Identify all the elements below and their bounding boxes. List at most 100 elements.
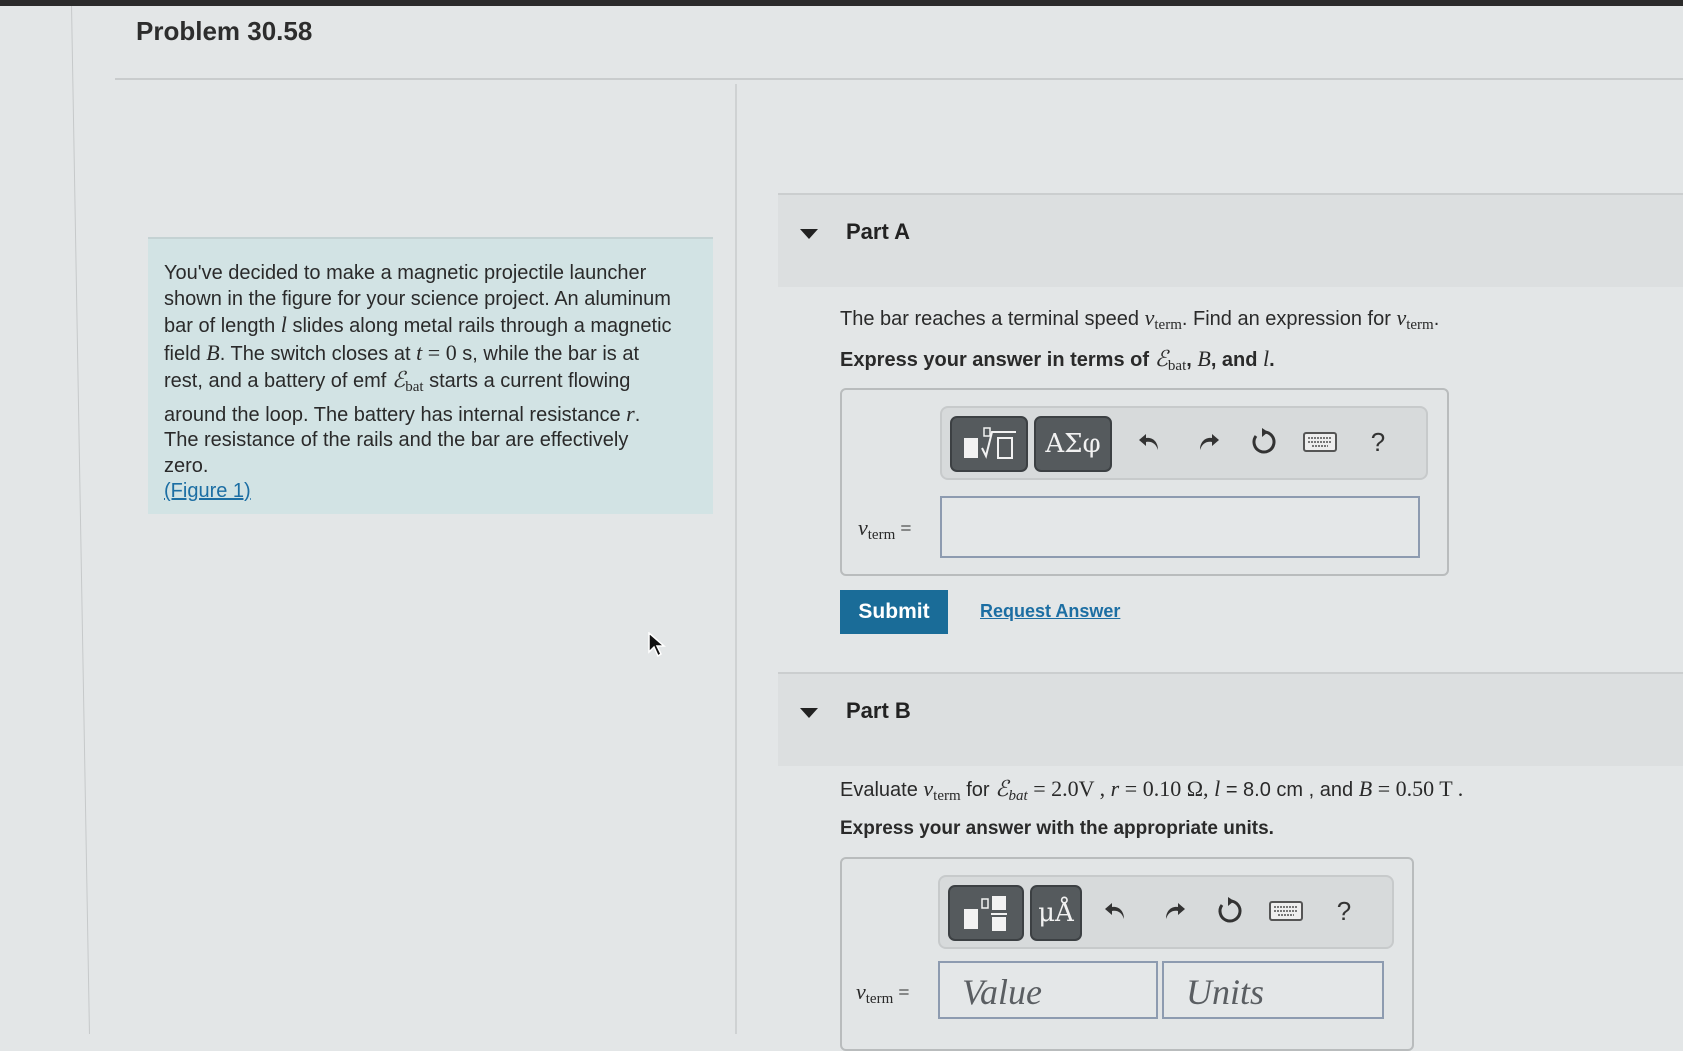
question-text: . Find an expression for <box>1181 308 1391 330</box>
instruction-text: Express your answer in terms of <box>840 349 1150 371</box>
question-text: and <box>1319 779 1354 801</box>
reset-icon[interactable] <box>1244 422 1284 462</box>
v-term-symbol: vterm <box>1396 305 1434 333</box>
problem-text: zero. <box>164 454 209 477</box>
bat-subscript: bat <box>1167 358 1187 374</box>
symbol-r: r <box>1110 776 1120 801</box>
part-a-header[interactable]: Part A <box>778 193 1683 287</box>
screen-top-bezel <box>0 0 1683 6</box>
value-input[interactable]: Value <box>938 961 1158 1019</box>
column-divider <box>735 84 737 1034</box>
math-toolbar: ΑΣφ ? <box>940 406 1428 480</box>
problem-text: shown in the figure for your science pro… <box>164 287 671 310</box>
question-text: The bar reaches a terminal speed <box>840 308 1140 330</box>
v-symbol: v <box>923 776 934 801</box>
problem-text: starts a current flowing <box>429 370 631 392</box>
problem-text: . The switch closes at <box>219 342 411 365</box>
length-value: = 8.0 cm , <box>1225 779 1315 801</box>
title-divider <box>115 78 1683 80</box>
v-term-symbol: vterm <box>1144 305 1182 333</box>
help-icon[interactable]: ? <box>1358 422 1398 462</box>
question-text: for <box>966 779 990 801</box>
v-symbol: v <box>856 979 866 1004</box>
resistance-value: = 0.10 Ω, <box>1124 776 1209 801</box>
symbol-l: l <box>280 312 287 337</box>
keyboard-icon[interactable] <box>1266 891 1306 931</box>
equals-zero: = 0 <box>427 339 457 365</box>
keyboard-icon[interactable] <box>1300 422 1340 462</box>
problem-text: The resistance of the rails and the bar … <box>164 429 629 451</box>
part-b-instruction: Express your answer with the appropriate… <box>840 818 1274 839</box>
part-a-label: Part A <box>846 219 910 244</box>
symbol-B: B <box>206 339 220 365</box>
symbol-t: t <box>416 339 423 365</box>
help-icon[interactable]: ? <box>1324 891 1364 931</box>
page-title: Problem 30.58 <box>136 16 313 46</box>
symbol-l: l <box>1214 776 1221 801</box>
problem-statement-box: You've decided to make a magnetic projec… <box>148 237 713 514</box>
problem-statement: You've decided to make a magnetic projec… <box>164 262 672 502</box>
symbol-r: r <box>626 400 635 426</box>
units-templates-button[interactable] <box>948 885 1024 941</box>
instruction-text: , and <box>1210 349 1258 371</box>
term-subscript: term <box>933 788 961 804</box>
mouse-cursor-icon <box>648 632 666 658</box>
symbol-B: B <box>1197 346 1211 371</box>
emf-symbol: ℰbat <box>995 776 1028 804</box>
units-toolbar: μÅ ? <box>938 875 1394 949</box>
problem-text: around the loop. The battery has interna… <box>164 403 621 426</box>
problem-text: field <box>164 342 201 365</box>
symbol-l: l <box>1263 346 1270 371</box>
redo-icon[interactable] <box>1188 422 1228 462</box>
term-subscript: term <box>867 527 896 543</box>
emf-symbol: ℰ <box>391 367 406 392</box>
units-symbols-button[interactable]: μÅ <box>1030 885 1082 941</box>
part-b-answer-box: μÅ ? vterm = Value Units <box>840 857 1414 1051</box>
part-a-instruction: Express your answer in terms of ℰbat, B,… <box>840 346 1275 374</box>
templates-button[interactable] <box>950 416 1028 472</box>
field-value: = 0.50 T . <box>1377 776 1464 801</box>
problem-text: bar of length <box>164 315 276 337</box>
term-subscript: term <box>1406 317 1434 333</box>
units-placeholder: Units <box>1186 972 1265 1012</box>
part-b-question: Evaluate vterm for ℰbat = 2.0V , r = 0.1… <box>840 776 1463 805</box>
symbol-emf: ℰbat <box>391 367 424 395</box>
problem-text: rest, and a battery of emf <box>164 370 387 392</box>
v-term-expression-input[interactable] <box>940 496 1420 558</box>
submit-button[interactable]: Submit <box>840 590 948 634</box>
undo-icon[interactable] <box>1130 422 1170 462</box>
collapse-triangle-icon[interactable] <box>800 708 818 718</box>
bat-subscript: bat <box>1008 788 1028 804</box>
emf-symbol: ℰbat <box>1154 346 1187 374</box>
term-subscript: term <box>865 991 894 1007</box>
left-gutter-divider <box>71 6 90 1034</box>
problem-text: slides along metal rails through a magne… <box>292 315 672 337</box>
units-input[interactable]: Units <box>1162 961 1384 1019</box>
part-b-header[interactable]: Part B <box>778 672 1683 766</box>
fraction-template-icon <box>964 896 1007 931</box>
redo-icon[interactable] <box>1154 891 1194 931</box>
v-symbol: v <box>1144 305 1155 330</box>
v-symbol: v <box>1396 305 1407 330</box>
part-a-question: The bar reaches a terminal speed vterm. … <box>840 305 1440 333</box>
value-placeholder: Value <box>962 972 1042 1012</box>
undo-icon[interactable] <box>1096 891 1136 931</box>
figure-1-link[interactable]: (Figure 1) <box>164 480 251 502</box>
greek-symbols-button[interactable]: ΑΣφ <box>1034 416 1112 472</box>
emf-value: = 2.0V , <box>1033 776 1106 801</box>
reset-icon[interactable] <box>1210 891 1250 931</box>
equals-sign: = <box>898 982 910 1004</box>
v-term-symbol: vterm <box>923 776 961 804</box>
emf-subscript: bat <box>405 379 424 395</box>
equals-sign: = <box>900 518 912 540</box>
emf-symbol-char: ℰ <box>995 776 1009 801</box>
request-answer-link[interactable]: Request Answer <box>980 601 1120 622</box>
term-subscript: term <box>1154 317 1182 333</box>
v-term-label: vterm = <box>856 979 910 1008</box>
emf-symbol-char: ℰ <box>1154 346 1168 371</box>
collapse-triangle-icon[interactable] <box>800 229 818 239</box>
question-text: Evaluate <box>840 779 918 801</box>
templates-sqrt-icon <box>964 427 1016 459</box>
v-term-label: vterm = <box>858 515 912 544</box>
v-symbol: v <box>858 515 868 540</box>
